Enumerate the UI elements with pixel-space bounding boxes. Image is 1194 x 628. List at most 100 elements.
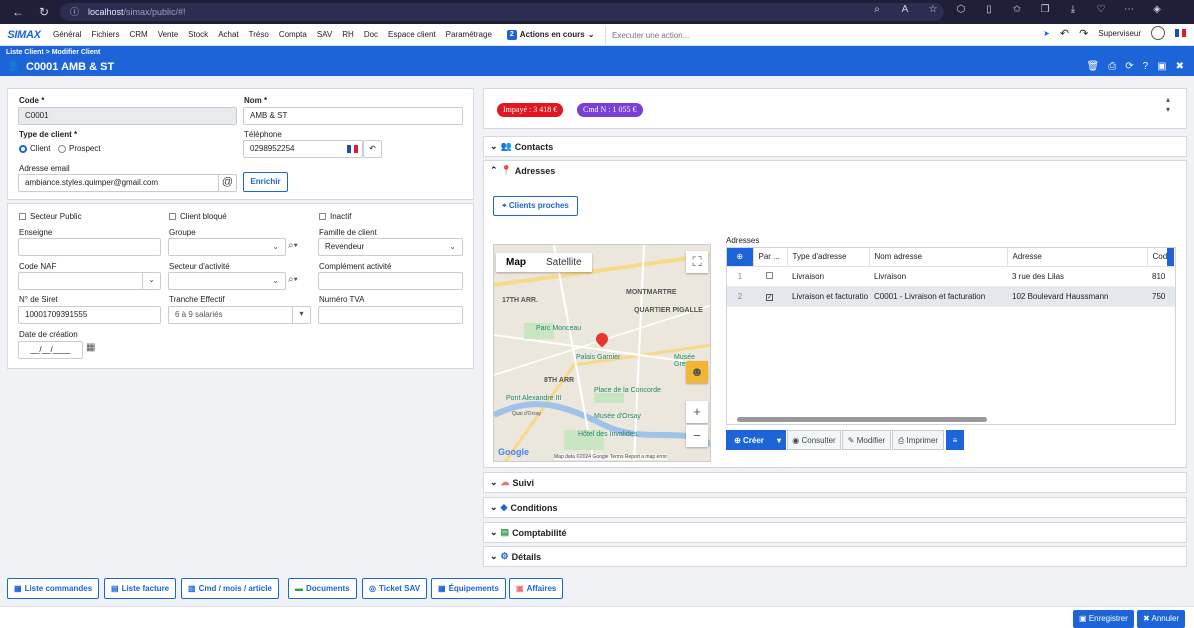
zoom-icon[interactable]: ⌕ [870, 4, 884, 15]
section-contacts[interactable]: ⌄ 👥 Contacts [483, 136, 1187, 157]
section-details[interactable]: ⌄ ⚙ Détails [483, 546, 1187, 567]
contacts-header[interactable]: ⌄ 👥 Contacts [490, 141, 553, 152]
secteur-select[interactable]: ⌄ [168, 272, 286, 290]
secteur-public-checkbox[interactable]: Secteur Public [19, 212, 82, 221]
section-conditions[interactable]: ⌄ ◆ Conditions [483, 497, 1187, 518]
save-icon[interactable]: ▣ [1157, 61, 1166, 72]
collapse-arrows-icon[interactable]: ▴ ▾ [1166, 95, 1170, 115]
close-icon[interactable]: ✖ [1176, 61, 1184, 72]
section-suivi[interactable]: ⌄ ☁ Suivi [483, 472, 1187, 493]
redo-icon[interactable]: ↷ [1079, 27, 1088, 40]
naf-select[interactable]: ⌄ [18, 272, 161, 290]
column-menu-icon[interactable] [1167, 248, 1174, 266]
imprimer-button[interactable]: ⎙ Imprimer [892, 430, 944, 450]
liste-facture-button[interactable]: ▤ Liste facture [104, 578, 177, 599]
refresh-icon[interactable]: ↻ [36, 4, 52, 20]
email-field[interactable]: ambiance.styles.quimper@gmail.com @ [18, 174, 237, 192]
user-name[interactable]: Superviseur [1098, 29, 1141, 38]
menu-achat[interactable]: Achat [213, 30, 243, 39]
print-icon[interactable]: ⎙ [1108, 61, 1116, 72]
annuler-button[interactable]: ✖ Annuler [1137, 610, 1186, 628]
table-row[interactable]: 1 Livraison Livraison 3 rue des Lilas 81… [727, 266, 1175, 287]
user-avatar-icon[interactable] [1151, 26, 1165, 40]
copilot-icon[interactable]: ◈ [1150, 4, 1164, 15]
clients-proches-button[interactable]: ⌖ Clients proches [493, 196, 578, 216]
address-bar[interactable]: ⓘ localhost/simax/public/#! [60, 3, 944, 21]
equipements-button[interactable]: ▦ Équipements [431, 578, 506, 599]
radio-prospect[interactable]: Prospect [58, 144, 101, 153]
calendar-icon[interactable]: ▦ [86, 342, 95, 353]
date-creation-field[interactable]: __/__/____ [18, 341, 83, 359]
fullscreen-icon[interactable]: ⛶ [686, 251, 708, 273]
menu-fichiers[interactable]: Fichiers [86, 30, 124, 39]
performance-icon[interactable]: ♡ [1094, 4, 1108, 15]
split-screen-icon[interactable]: ▯ [982, 4, 996, 15]
settings-menu-icon[interactable]: ⋯ [1122, 4, 1136, 15]
horizontal-scrollbar[interactable] [737, 417, 987, 422]
column-header-type[interactable]: Type d'adresse [787, 248, 870, 267]
phone-country-flag-icon[interactable] [347, 145, 359, 153]
nom-field[interactable]: AMB & ST [243, 107, 463, 125]
downloads-icon[interactable]: ⤓ [1066, 4, 1080, 15]
enrichir-button[interactable]: Enrichir [243, 172, 288, 192]
menu-stock[interactable]: Stock [183, 30, 213, 39]
documents-button[interactable]: ▬ Documents [288, 578, 357, 599]
breadcrumb[interactable]: Liste Client > Modifier Client [6, 49, 100, 56]
menu-compta[interactable]: Compta [274, 30, 312, 39]
menu-sav[interactable]: SAV [312, 30, 337, 39]
consulter-button[interactable]: ◉ Consulter [787, 430, 841, 450]
siret-field[interactable]: 10001709391555 [18, 306, 161, 324]
grid-menu-icon[interactable]: ≡ [946, 430, 964, 450]
zoom-out-icon[interactable]: − [686, 425, 708, 447]
back-icon[interactable]: ← [10, 4, 26, 20]
comptabilite-header[interactable]: ⌄ ▤ Comptabilité [490, 527, 567, 538]
suivi-header[interactable]: ⌄ ☁ Suivi [490, 477, 534, 488]
complement-field[interactable] [318, 272, 463, 290]
ticket-sav-button[interactable]: ◎ Ticket SAV [362, 578, 428, 599]
zoom-in-icon[interactable]: + [686, 401, 708, 423]
adresses-header[interactable]: ⌃ 📍 Adresses [490, 165, 555, 176]
map-attribution[interactable]: Map data ©2024 Google Terms Report a map… [554, 454, 668, 460]
favorites-icon[interactable]: ✩ [1010, 4, 1024, 15]
sync-icon[interactable]: ⟳ [1125, 61, 1133, 72]
menu-doc[interactable]: Doc [359, 30, 383, 39]
favorite-star-icon[interactable]: ☆ [926, 4, 940, 15]
menu-vente[interactable]: Vente [153, 30, 183, 39]
delete-icon[interactable]: 🗑 [1087, 61, 1100, 72]
menu-espace-client[interactable]: Espace client [383, 30, 441, 39]
modifier-button[interactable]: ✎ Modifier [842, 430, 891, 450]
execute-action-input[interactable] [605, 26, 1025, 44]
liste-commandes-button[interactable]: ▦ Liste commandes [7, 578, 100, 599]
column-header-par[interactable]: Par ... [753, 248, 788, 267]
enseigne-field[interactable] [18, 238, 161, 256]
secteur-search-icon[interactable]: ⌕▾ [288, 274, 298, 285]
read-aloud-icon[interactable]: A [898, 4, 912, 15]
row-checkbox[interactable] [753, 266, 787, 287]
tranche-select[interactable]: 6 à 9 salariés ▾ [168, 306, 311, 324]
menu-crm[interactable]: CRM [124, 30, 152, 39]
menu-parametrage[interactable]: Paramétrage [441, 30, 497, 39]
section-comptabilite[interactable]: ⌄ ▤ Comptabilité [483, 522, 1187, 543]
details-header[interactable]: ⌄ ⚙ Détails [490, 551, 541, 562]
french-flag-icon[interactable] [1175, 29, 1187, 37]
info-icon[interactable]: ⓘ [70, 3, 79, 21]
table-row[interactable]: 2 ✓ Livraison et facturatio C0001 - Livr… [727, 286, 1175, 307]
at-icon[interactable]: @ [218, 174, 236, 192]
extensions-icon[interactable]: ⬡ [954, 4, 968, 15]
tva-field[interactable] [318, 306, 463, 324]
cmd-mois-article-button[interactable]: ▥ Cmd / mois / article [181, 578, 279, 599]
help-icon[interactable]: ? [1143, 61, 1149, 72]
client-bloque-checkbox[interactable]: Client bloqué [169, 212, 227, 221]
collections-icon[interactable]: ❐ [1038, 4, 1052, 15]
actions-en-cours-button[interactable]: 2 Actions en cours ⌄ [506, 29, 594, 40]
conditions-header[interactable]: ⌄ ◆ Conditions [490, 502, 557, 513]
inactif-checkbox[interactable]: Inactif [319, 212, 351, 221]
famille-select[interactable]: Revendeur ⌄ [318, 238, 463, 256]
google-map[interactable]: Map Satellite 17TH ARR. MONTMARTRE QUART… [493, 244, 711, 462]
row-checkbox[interactable]: ✓ [753, 286, 787, 307]
affaires-button[interactable]: ▣ Affaires [509, 578, 564, 599]
map-tab-map[interactable]: Map [496, 253, 536, 272]
call-button[interactable]: ↶ [363, 140, 382, 158]
menu-general[interactable]: Général [48, 30, 86, 39]
radio-client[interactable]: Client [19, 144, 50, 153]
